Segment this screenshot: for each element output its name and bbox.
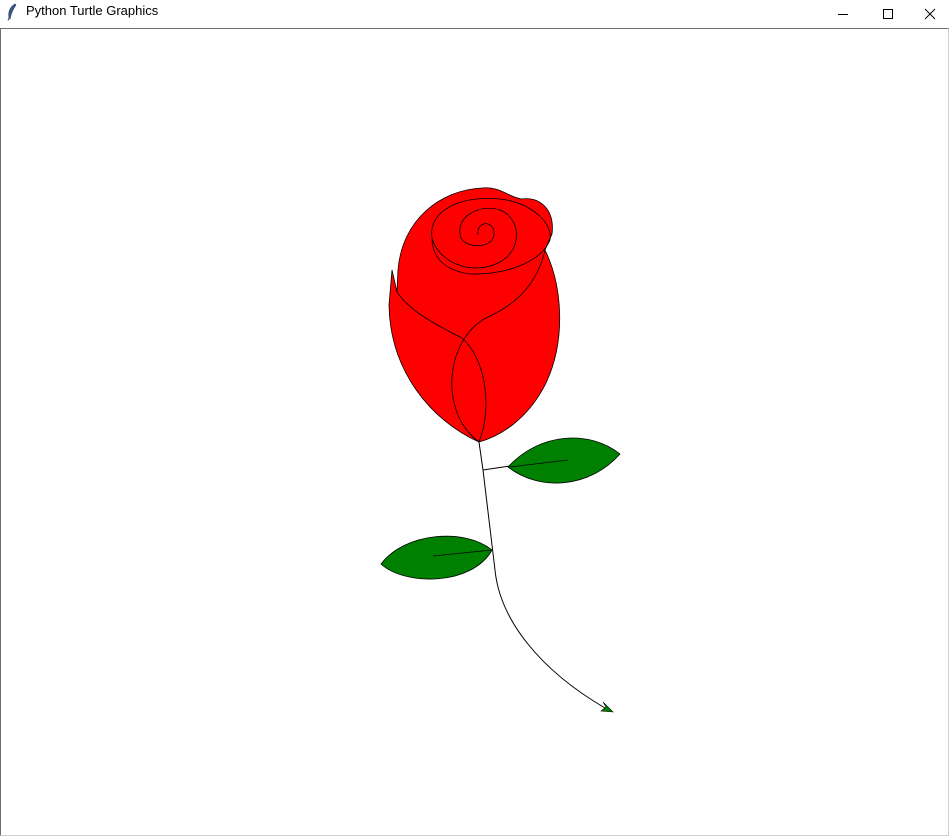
window-title: Python Turtle Graphics <box>26 3 159 18</box>
rose-bloom <box>388 187 561 443</box>
drawing-canvas <box>380 187 621 713</box>
minimize-button[interactable] <box>820 0 866 27</box>
turtle-window: Python Turtle Graphics <box>0 0 949 836</box>
left-leaf <box>380 535 493 580</box>
close-button[interactable] <box>910 0 949 27</box>
close-icon <box>924 8 935 19</box>
minimize-icon <box>838 13 848 15</box>
turtle-canvas[interactable] <box>0 28 949 836</box>
maximize-button[interactable] <box>865 0 911 27</box>
leaf-twig <box>482 465 511 471</box>
feather-icon <box>7 3 17 21</box>
maximize-icon <box>883 8 893 19</box>
title-bar[interactable]: Python Turtle Graphics <box>0 0 949 27</box>
